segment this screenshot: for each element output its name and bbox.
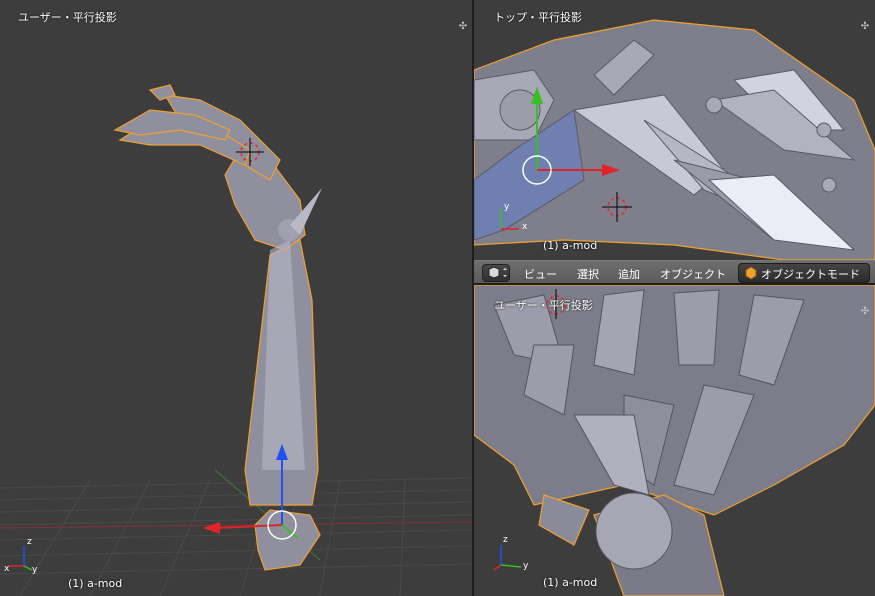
object-mode-icon xyxy=(745,266,757,280)
viewport-bottom-right[interactable]: ユーザー・平行投影 (1) a-mod z y ✣ xyxy=(474,285,875,596)
viewport-left-title: ユーザー・平行投影 xyxy=(18,11,117,24)
viewport-left-split-handle[interactable]: ✣ xyxy=(458,22,468,32)
viewport-top-right-scene xyxy=(474,19,875,260)
viewport-top-right[interactable]: トップ・平行投影 (1) a-mod y x ✣ xyxy=(474,0,875,260)
mode-selector[interactable]: オブジェクトモード xyxy=(738,263,870,283)
axis-x-label: x xyxy=(4,564,10,574)
menu-view[interactable]: ビュー xyxy=(524,266,557,282)
viewport-header: ビュー 選択 追加 オブジェクト オブジェクトモード xyxy=(474,260,875,284)
axis-widget xyxy=(8,546,33,571)
viewport-bottom-right-scene xyxy=(474,285,875,596)
editor-type-button[interactable] xyxy=(482,264,510,282)
cube-icon xyxy=(488,266,507,279)
viewport-top-right-object-label: (1) a-mod xyxy=(543,239,598,252)
axis-y-label: y xyxy=(32,565,38,575)
axis-z-label-bottom: z xyxy=(503,535,508,545)
axis-widget-bottom xyxy=(493,545,522,571)
axis-x-label-top: x xyxy=(522,222,528,232)
menu-add[interactable]: 追加 xyxy=(618,266,640,282)
viewport-left-scene xyxy=(0,84,472,596)
viewport-top-right-title: トップ・平行投影 xyxy=(494,11,582,24)
viewport-top-right-split-handle[interactable]: ✣ xyxy=(860,22,870,32)
menu-select[interactable]: 選択 xyxy=(577,266,599,282)
menu-object[interactable]: オブジェクト xyxy=(660,266,726,282)
axis-z-label: z xyxy=(27,537,32,547)
viewport-bottom-right-object-label: (1) a-mod xyxy=(543,576,598,589)
viewport-bottom-right-split-handle[interactable]: ✣ xyxy=(860,307,870,317)
viewport-left-object-label: (1) a-mod xyxy=(68,577,123,590)
viewport-bottom-right-title: ユーザー・平行投影 xyxy=(494,299,593,312)
axis-y-label-top: y xyxy=(504,202,510,212)
axis-y-label-bottom: y xyxy=(523,561,529,571)
mode-label: オブジェクトモード xyxy=(761,268,860,281)
viewport-left[interactable]: ユーザー・平行投影 (1) a-mod z x y ✣ xyxy=(0,0,472,596)
